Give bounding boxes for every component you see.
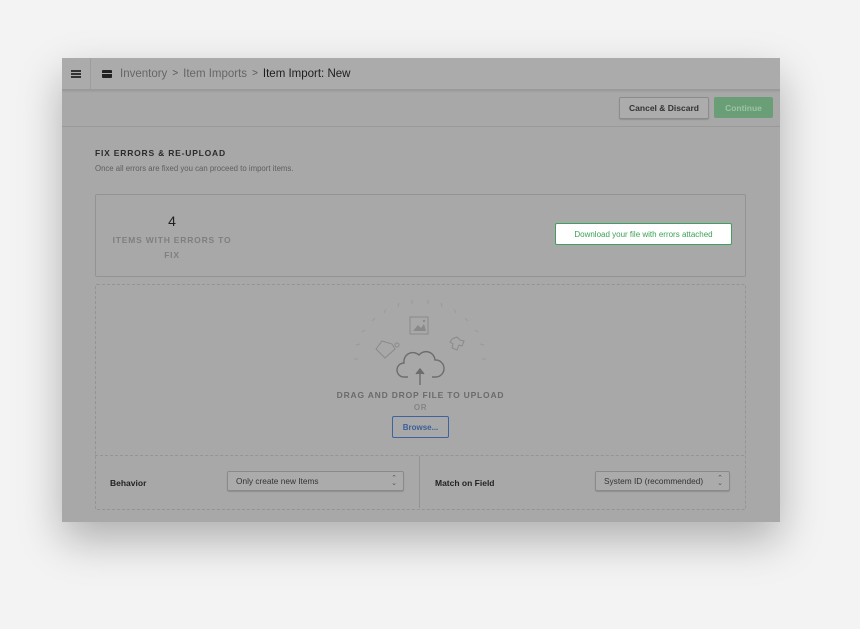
app-window: Inventory > Item Imports > Item Import: … (62, 58, 780, 522)
menu-button[interactable] (62, 58, 91, 89)
inventory-box-icon (102, 69, 112, 78)
breadcrumb-inventory[interactable]: Inventory (120, 68, 167, 80)
match-option: Match on Field System ID (recommended) ⌃… (419, 456, 744, 508)
section-title: FIX ERRORS & RE-UPLOAD (95, 148, 226, 158)
shirt-icon (449, 336, 465, 351)
page-title: Item Import: New (262, 67, 351, 80)
tag-icon (375, 340, 400, 359)
hamburger-icon (71, 69, 81, 78)
match-field-select-value: System ID (recommended) (604, 476, 704, 486)
breadcrumb: Inventory > Item Imports > Item Import: … (102, 58, 350, 89)
match-field-select[interactable]: System ID (recommended) ⌃ ⌄ (595, 471, 730, 491)
breadcrumb-item-imports[interactable]: Item Imports (183, 68, 247, 80)
continue-button[interactable]: Continue (714, 97, 773, 118)
or-text: OR (413, 403, 428, 412)
section-subtitle: Once all errors are fixed you can procee… (95, 164, 294, 173)
error-count: 4 (168, 213, 176, 229)
behavior-select-value: Only create new Items (236, 476, 319, 486)
chevron-right-icon: > (172, 68, 179, 79)
errors-summary: 4 ITEMS WITH ERRORS TO FIX Download your… (95, 194, 746, 277)
select-arrows-icon: ⌃ ⌄ (391, 475, 397, 487)
error-count-label: ITEMS WITH ERRORS TO FIX (112, 235, 232, 260)
cloud-upload-icon (396, 350, 445, 385)
match-field-label: Match on Field (435, 478, 495, 488)
top-bar: Inventory > Item Imports > Item Import: … (62, 58, 780, 90)
behavior-label: Behavior (110, 478, 147, 488)
action-bar: Cancel & Discard Continue (62, 90, 780, 127)
download-errors-button[interactable]: Download your file with errors attached (555, 223, 732, 245)
import-options: Behavior Only create new Items ⌃ ⌄ Match … (95, 455, 744, 508)
behavior-option: Behavior Only create new Items ⌃ ⌄ (95, 456, 419, 508)
browse-button[interactable]: Browse... (392, 416, 449, 438)
cancel-discard-button[interactable]: Cancel & Discard (619, 97, 709, 119)
drag-drop-text: DRAG AND DROP FILE TO UPLOAD (336, 390, 505, 400)
chevron-right-icon: > (252, 68, 258, 79)
image-icon (409, 316, 429, 335)
behavior-select[interactable]: Only create new Items ⌃ ⌄ (227, 471, 404, 491)
select-arrows-icon: ⌃ ⌄ (717, 475, 723, 487)
upload-illustration (354, 300, 486, 385)
